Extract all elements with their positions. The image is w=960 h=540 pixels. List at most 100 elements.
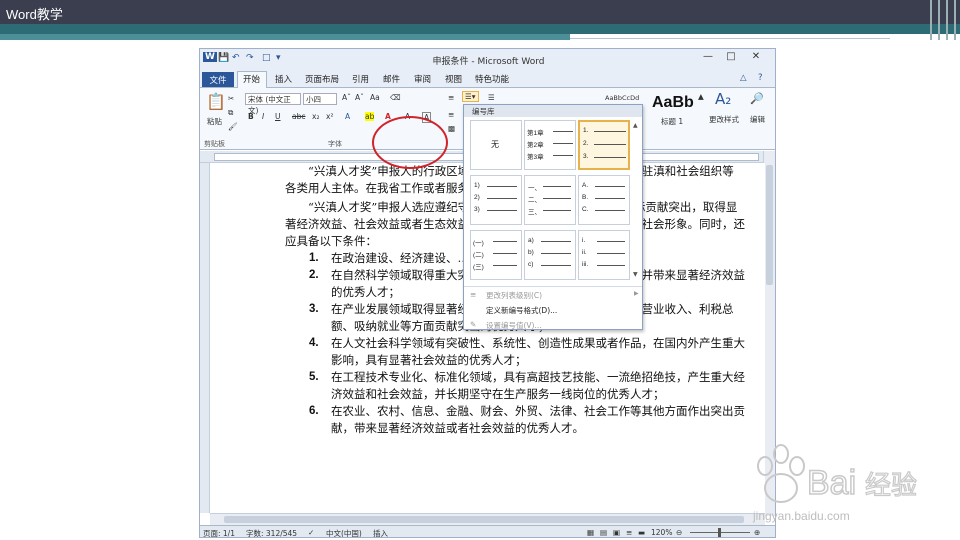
style-heading1-label: 标题 1 [661,117,684,126]
change-styles-button[interactable]: 更改样式 [709,114,739,125]
tab-special[interactable]: 特色功能 [475,73,509,85]
view-draft-icon[interactable]: ▬ [638,528,645,537]
tab-view[interactable]: 视图 [445,73,462,85]
copy-icon[interactable]: ⧉ [228,108,233,118]
paren-2: 2) [474,194,480,201]
list-text: 在工程技术专业化、标准化领域，具有高超技艺技能、一流绝招绝技，产生重大经济效益和… [331,370,745,401]
scroll-thumb[interactable] [766,165,773,285]
text-effect-icon[interactable]: A [345,112,350,121]
ribbon-collapse-icon[interactable]: △ [740,73,747,83]
zoom-level[interactable]: 120% [651,528,672,537]
tab-mailings[interactable]: 邮件 [383,73,400,85]
dropdown-scroll-up-icon[interactable]: ▲ [633,122,638,129]
italic-icon[interactable]: I [262,112,264,121]
paste-icon[interactable]: 📋 [206,92,226,111]
word-count[interactable]: 字数: 312/545 [246,528,297,537]
roman-2: ii. [582,249,587,256]
help-icon[interactable]: ? [758,73,763,83]
spellcheck-icon[interactable]: ✓ [308,528,314,537]
numbering-roman[interactable]: i. ii. iii. [578,230,630,280]
style-scroll-icon[interactable]: ▲ [698,92,704,101]
bold-icon[interactable]: B [248,112,254,121]
tab-home[interactable]: 开始 [243,73,260,85]
change-styles-icon[interactable]: A₂ [715,90,731,108]
close-button[interactable]: ✕ [745,51,767,67]
change-list-level[interactable]: 更改列表级别(C) [486,290,542,301]
change-case-icon[interactable]: Aa [370,93,380,102]
maximize-button[interactable]: □ [720,51,742,67]
view-print-icon[interactable]: ▦ [587,528,594,537]
language-indicator[interactable]: 中文(中国) [326,528,362,537]
horizontal-scrollbar[interactable] [210,513,765,525]
view-outline-icon[interactable]: ≡ [626,528,632,537]
define-new-number-format[interactable]: 定义新编号格式(D)... [486,305,557,316]
superscript-icon[interactable]: x² [326,112,333,121]
align-left-icon[interactable]: ≡ [448,110,454,119]
submenu-arrow-icon: ▶ [634,290,639,297]
zoom-out-icon[interactable]: ⊖ [676,528,682,537]
style-heading1-preview[interactable]: AaBb [652,94,694,112]
pchinese-1: (一) [473,240,484,247]
clipboard-group-label: 剪贴板 [204,140,225,148]
list-item[interactable]: 5. 在工程技术专业化、标准化领域，具有高超技艺技能、一流绝招绝技，产生重大经济效… [285,369,745,403]
view-read-icon[interactable]: ▤ [600,528,607,537]
dropdown-scroll-down-icon[interactable]: ▼ [633,271,638,278]
roman-1: i. [582,237,586,244]
edit-button[interactable]: 编辑 [750,114,765,125]
list-item[interactable]: 6. 在农业、农村、信息、金融、财会、外贸、法律、社会工作等其他方面作出突出贡献，… [285,403,745,437]
format-painter-icon[interactable]: 🖌 [228,122,238,131]
hscroll-thumb[interactable] [224,516,744,523]
zoom-slider-thumb[interactable] [718,528,721,537]
tab-page-layout[interactable]: 页面布局 [305,73,339,85]
paste-button[interactable]: 粘贴 [207,116,222,127]
underline-icon[interactable]: U [275,112,281,121]
list-text: 在农业、农村、信息、金融、财会、外贸、法律、社会工作等其他方面作出突出贡献，带来… [331,404,745,435]
vertical-ruler[interactable] [200,163,210,513]
page-indicator[interactable]: 页面: 1/1 [203,528,235,537]
bullets-icon[interactable]: ≡ [448,93,454,102]
find-icon[interactable]: 🔎 [750,92,764,105]
numbering-lower-alpha[interactable]: a) b) c) [524,230,576,280]
list-item[interactable]: 4. 在人文社会科学领域有突破性、系统性、创造性成果或者作品，在国内外产生重大影响… [285,335,745,369]
set-numbering-value[interactable]: 设置编号值(V)... [486,320,542,331]
multilevel-list-icon[interactable]: ☰ [488,93,495,102]
paren-1: 1) [474,182,480,189]
lalpha-c: c) [528,261,534,268]
window-title: 申报条件 - Microsoft Word [432,57,545,67]
insert-mode[interactable]: 插入 [373,528,388,537]
numbering-none[interactable]: 无 [470,120,522,170]
tab-review[interactable]: 审阅 [414,73,431,85]
style-sample-1[interactable]: AaBbCcDd [605,94,639,102]
subscript-icon[interactable]: x₂ [312,112,319,121]
alpha-b: B. [582,194,589,201]
font-size-select[interactable]: 小四 [303,93,337,105]
tab-insert[interactable]: 插入 [275,73,292,85]
view-web-icon[interactable]: ▣ [613,528,620,537]
shading-icon[interactable]: ▩ [448,124,455,133]
list-number: 1. [309,252,319,264]
cut-icon[interactable]: ✂ [228,94,234,103]
set-numbering-value-icon: ✎ [470,320,477,329]
numbering-chapter[interactable]: 第1章 第2章 第3章 [524,120,576,170]
numbering-arabic-dot[interactable]: 1. 2. 3. [578,120,630,170]
watermark-brand: Bai [807,464,856,502]
watermark-url: jingyan.baidu.com [752,509,850,523]
minimize-button[interactable]: — [697,51,719,67]
clear-format-icon[interactable]: ⌫ [390,93,401,102]
numbering-paren-chinese[interactable]: (一) (二) (三) [470,230,522,280]
numbering-chinese[interactable]: 一、 二、 三、 [524,175,576,225]
tab-file[interactable]: 文件 [202,72,234,87]
strikethrough-icon[interactable]: abc [292,112,305,121]
font-name-select[interactable]: 宋体 (中文正文) [245,93,301,115]
list-number: 2. [309,269,319,281]
tab-references[interactable]: 引用 [352,73,369,85]
grow-font-icon[interactable]: Aˆ [342,93,351,102]
highlight-icon[interactable]: ab [365,112,375,121]
shrink-font-icon[interactable]: Aˇ [355,93,364,102]
numbering-upper-alpha[interactable]: A. B. C. [578,175,630,225]
numbering-paren-arabic[interactable]: 1) 2) 3) [470,175,522,225]
numbering-button[interactable]: ☰▾ [462,91,479,102]
pchinese-3: (三) [473,264,484,271]
arabic-3: 3. [583,153,589,160]
chinese-3: 三、 [528,209,541,216]
